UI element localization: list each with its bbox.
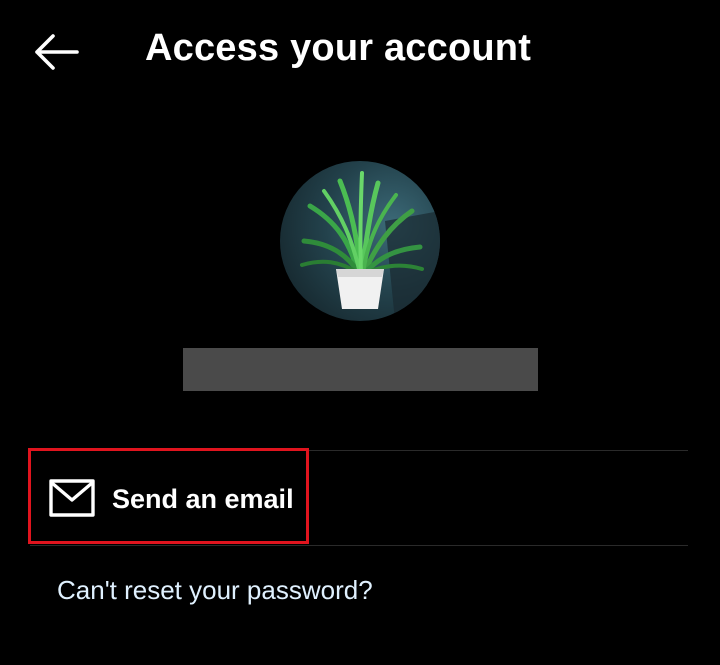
mail-icon xyxy=(49,479,95,517)
cant-reset-password-link[interactable]: Can't reset your password? xyxy=(57,572,373,608)
top-bar: Access your account xyxy=(0,0,720,100)
username-redacted xyxy=(183,348,538,391)
back-button[interactable] xyxy=(28,26,84,78)
avatar xyxy=(280,161,440,321)
divider xyxy=(30,545,688,546)
page-title: Access your account xyxy=(145,27,532,69)
send-email-option[interactable]: Send an email xyxy=(30,450,688,545)
arrow-left-icon xyxy=(35,34,79,70)
send-email-label: Send an email xyxy=(112,484,294,514)
potted-plant-avatar xyxy=(300,171,440,321)
